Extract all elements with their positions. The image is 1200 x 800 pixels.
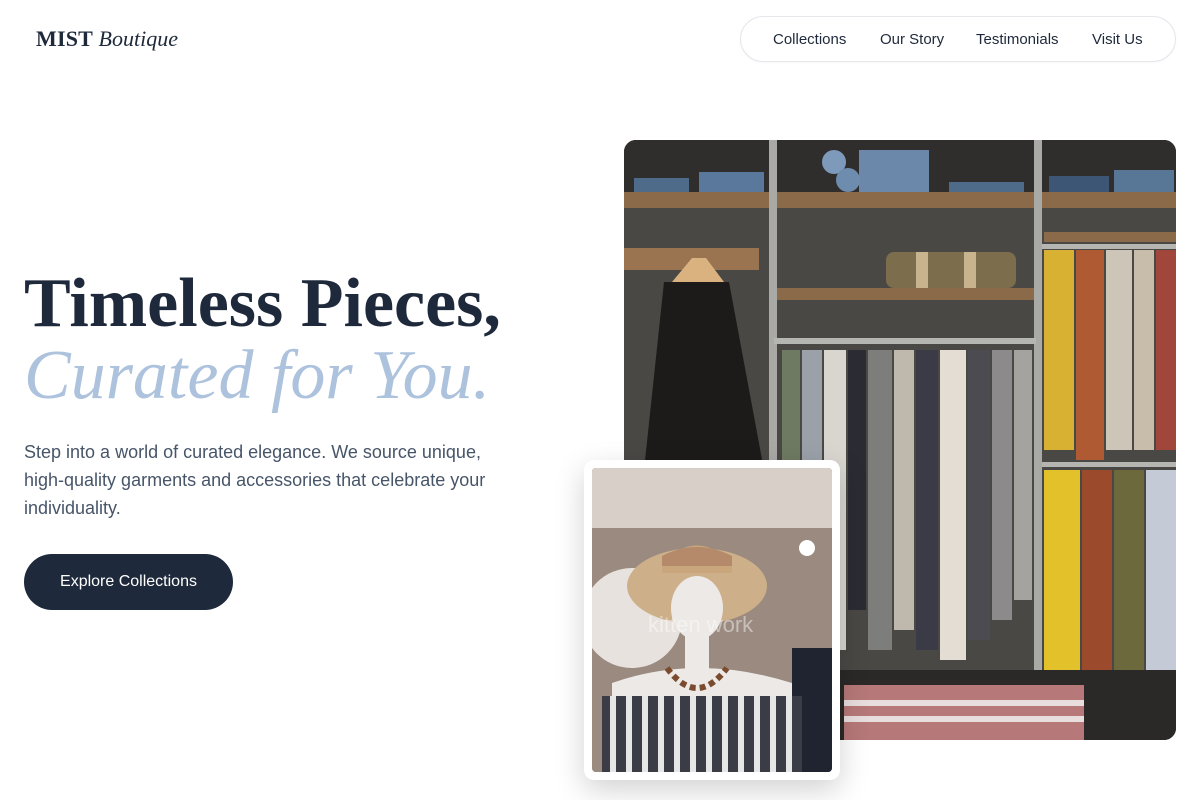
hero-headline-accent: Curated for You. [24,337,491,414]
logo-subtitle: Boutique [98,26,178,51]
hero-headline: Timeless Pieces, [24,265,501,342]
hero-description: Step into a world of curated elegance. W… [24,442,486,518]
explore-collections-button[interactable]: Explore Collections [24,554,233,610]
nav-link-collections[interactable]: Collections [773,31,846,48]
nav-link-our-story[interactable]: Our Story [880,31,944,48]
watermark-text: kitten work [648,612,754,637]
logo[interactable]: MIST Boutique [36,26,178,52]
nav-link-visit-us[interactable]: Visit Us [1092,31,1143,48]
logo-brand: MIST [36,26,94,51]
nav-link-testimonials[interactable]: Testimonials [976,31,1059,48]
main-nav: Collections Our Story Testimonials Visit… [740,16,1176,62]
